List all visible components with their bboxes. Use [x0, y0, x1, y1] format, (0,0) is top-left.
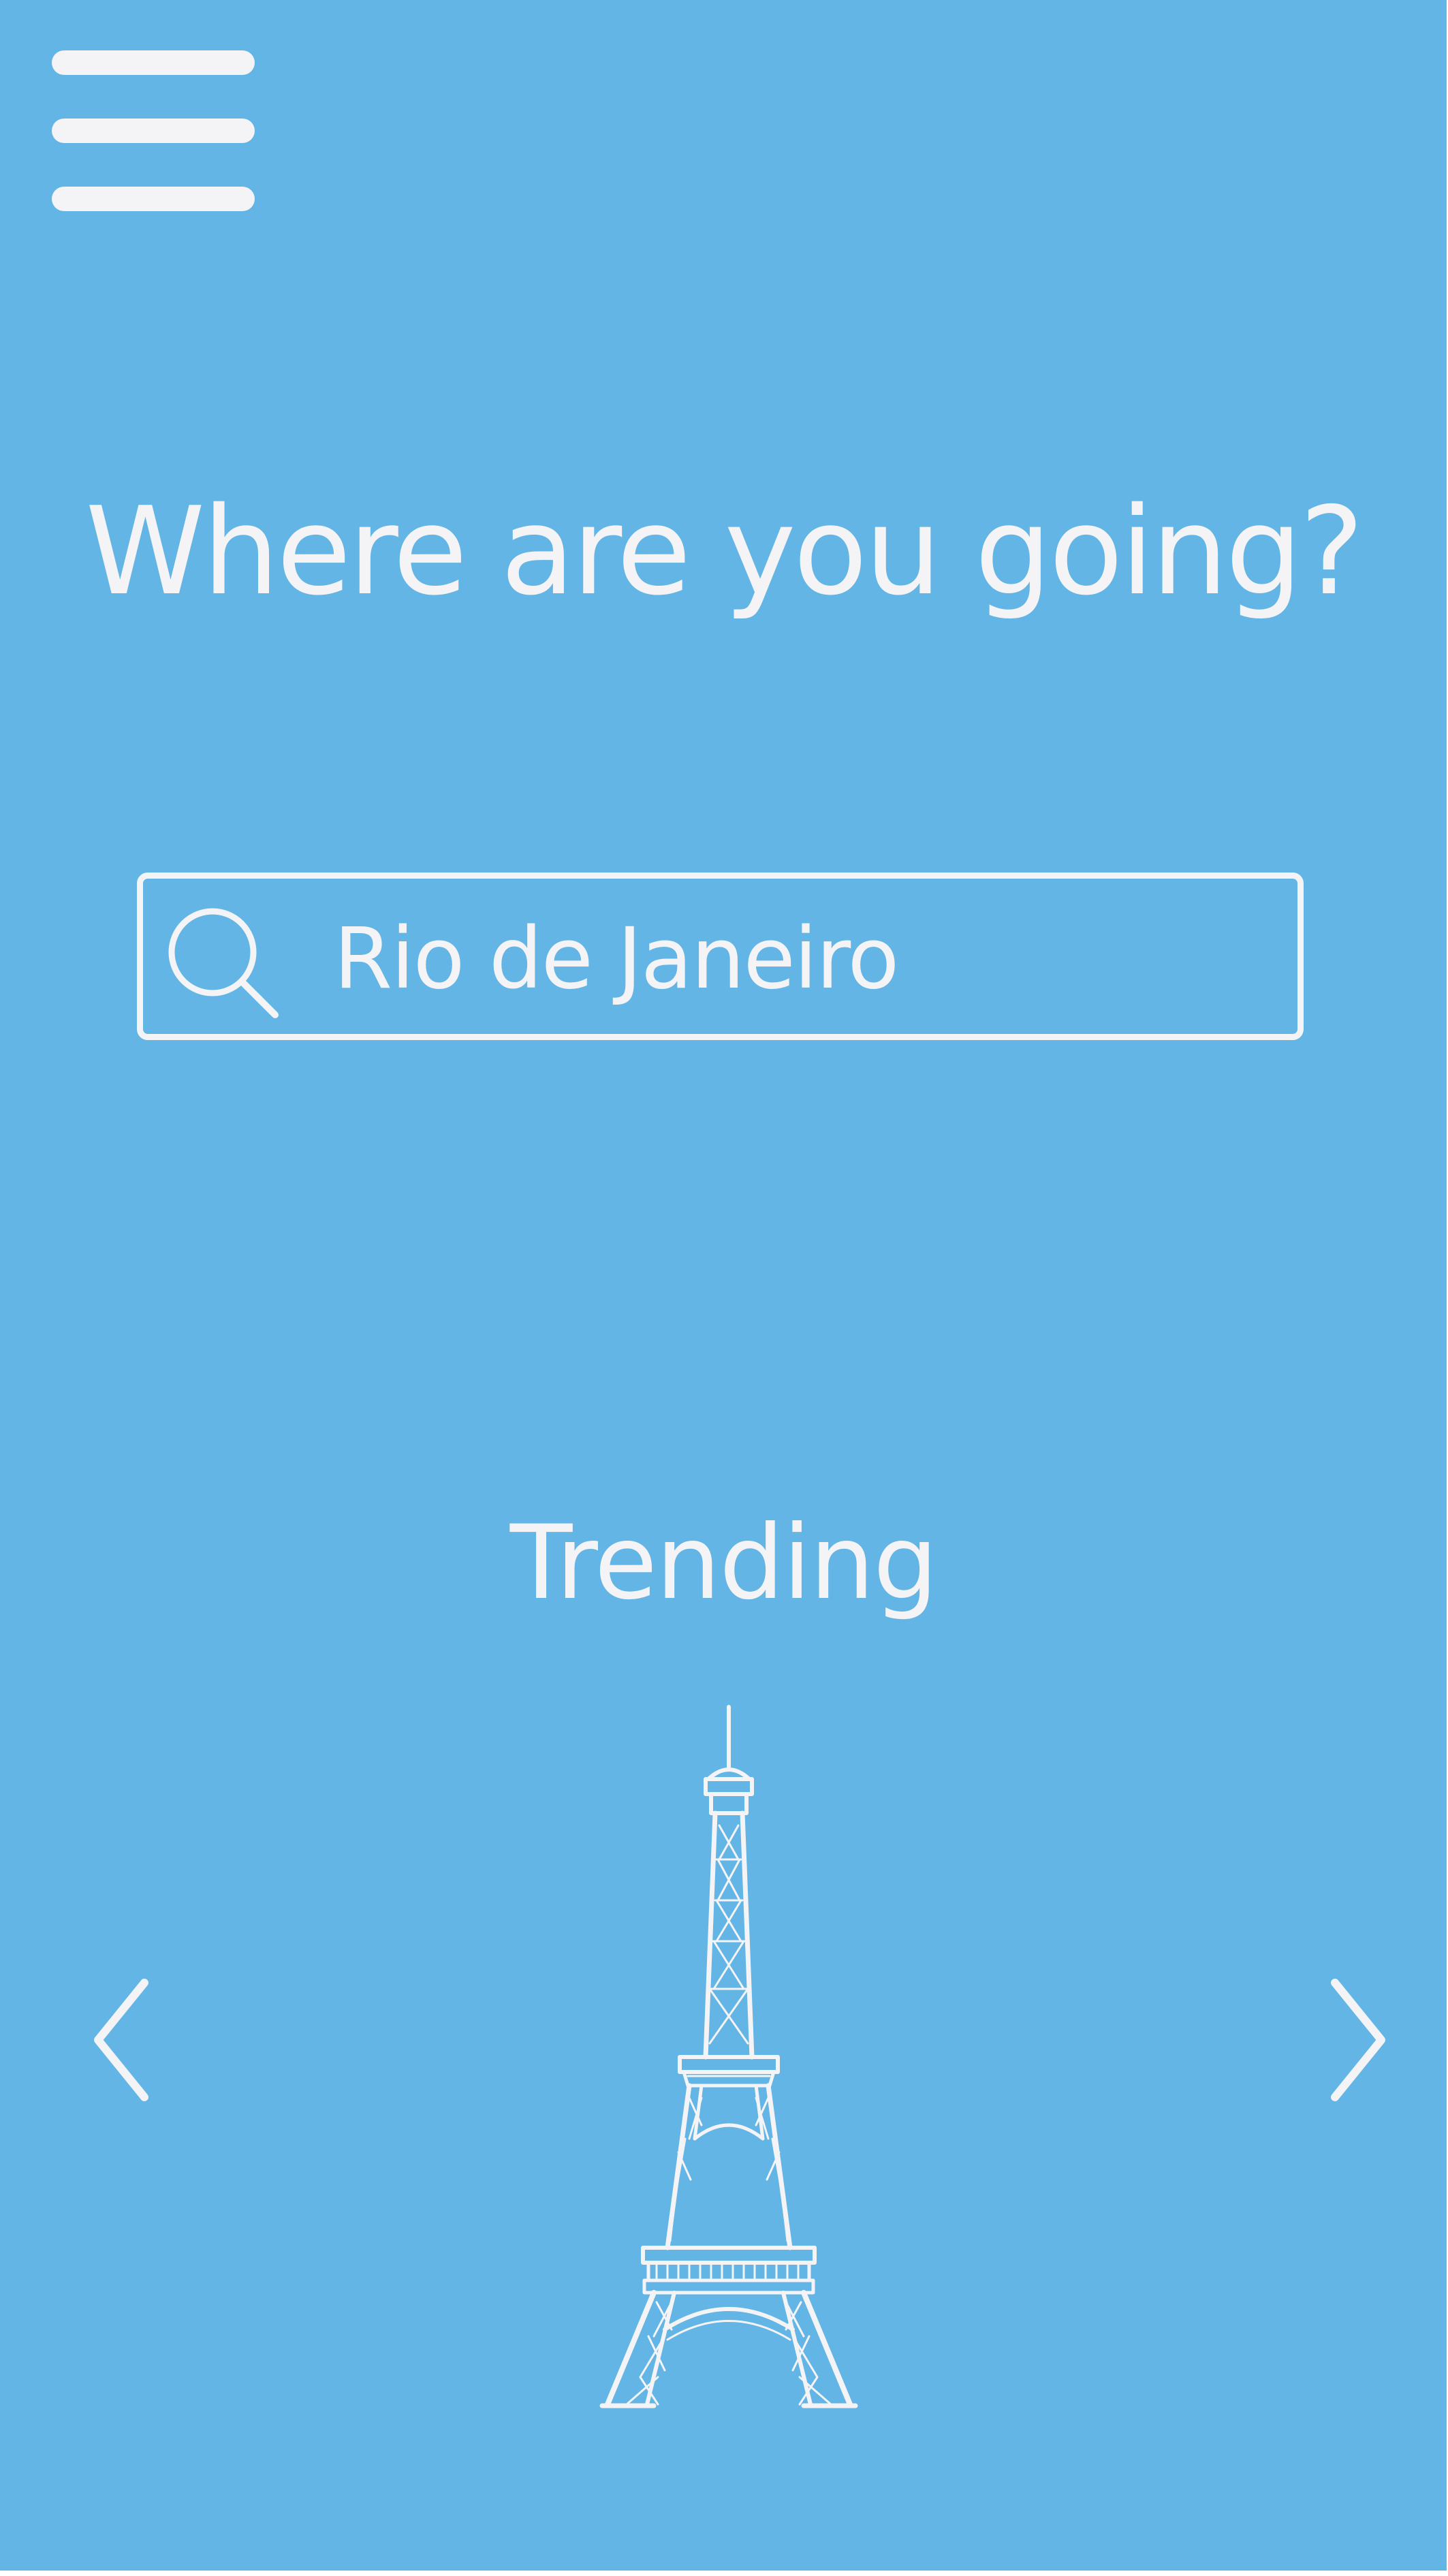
menu-bar: [52, 187, 255, 211]
menu-bar: [52, 119, 255, 143]
search-icon: [168, 908, 279, 1018]
menu-button[interactable]: [49, 48, 257, 214]
search-input[interactable]: [334, 891, 1274, 1027]
page-title: Where are you going?: [85, 481, 1364, 622]
chevron-right-icon[interactable]: [1315, 1972, 1389, 2108]
menu-bar: [52, 50, 255, 75]
app-screen: Where are you going? Trending: [0, 0, 1447, 2571]
chevron-left-icon[interactable]: [90, 1972, 165, 2108]
search-bar[interactable]: [137, 873, 1304, 1040]
eiffel-tower-icon[interactable]: [599, 1703, 858, 2411]
trending-heading: Trending: [509, 1504, 938, 1622]
